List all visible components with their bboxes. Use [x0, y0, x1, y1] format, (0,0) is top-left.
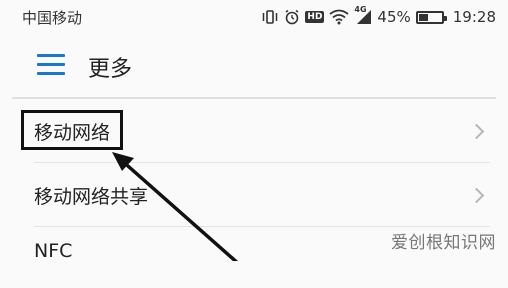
- battery-icon: [415, 10, 447, 24]
- carrier-label: 中国移动: [22, 8, 83, 27]
- chevron-right-icon: [468, 123, 485, 139]
- list-item-label: 移动网络共享: [34, 185, 149, 208]
- highlight-box: [21, 110, 123, 150]
- battery-fill: [418, 13, 428, 21]
- status-bar: 中国移动 HD 4G 45% 19:28: [0, 0, 508, 34]
- list-item-tethering[interactable]: 移动网络共享: [12, 165, 490, 225]
- header-divider: [12, 97, 496, 99]
- list-divider: [34, 162, 490, 163]
- wifi-icon: [329, 9, 349, 25]
- watermark: 爱创根知识网: [391, 233, 496, 253]
- list-item-label: NFC: [34, 240, 73, 262]
- signal-icon: 4G: [354, 5, 372, 25]
- page-title: 更多: [88, 57, 133, 82]
- menu-icon[interactable]: [37, 54, 65, 76]
- hd-icon: HD: [305, 11, 325, 23]
- vibrate-icon: [261, 9, 279, 25]
- alarm-icon: [284, 9, 300, 25]
- battery-percent: 45%: [377, 8, 411, 26]
- network-type-label: 4G: [354, 5, 367, 14]
- app-header: 更多: [0, 34, 508, 96]
- clock: 19:28: [452, 8, 496, 26]
- chevron-right-icon: [468, 187, 485, 203]
- list-divider: [34, 226, 490, 227]
- status-icons: HD 4G 45% 19:28: [261, 5, 496, 26]
